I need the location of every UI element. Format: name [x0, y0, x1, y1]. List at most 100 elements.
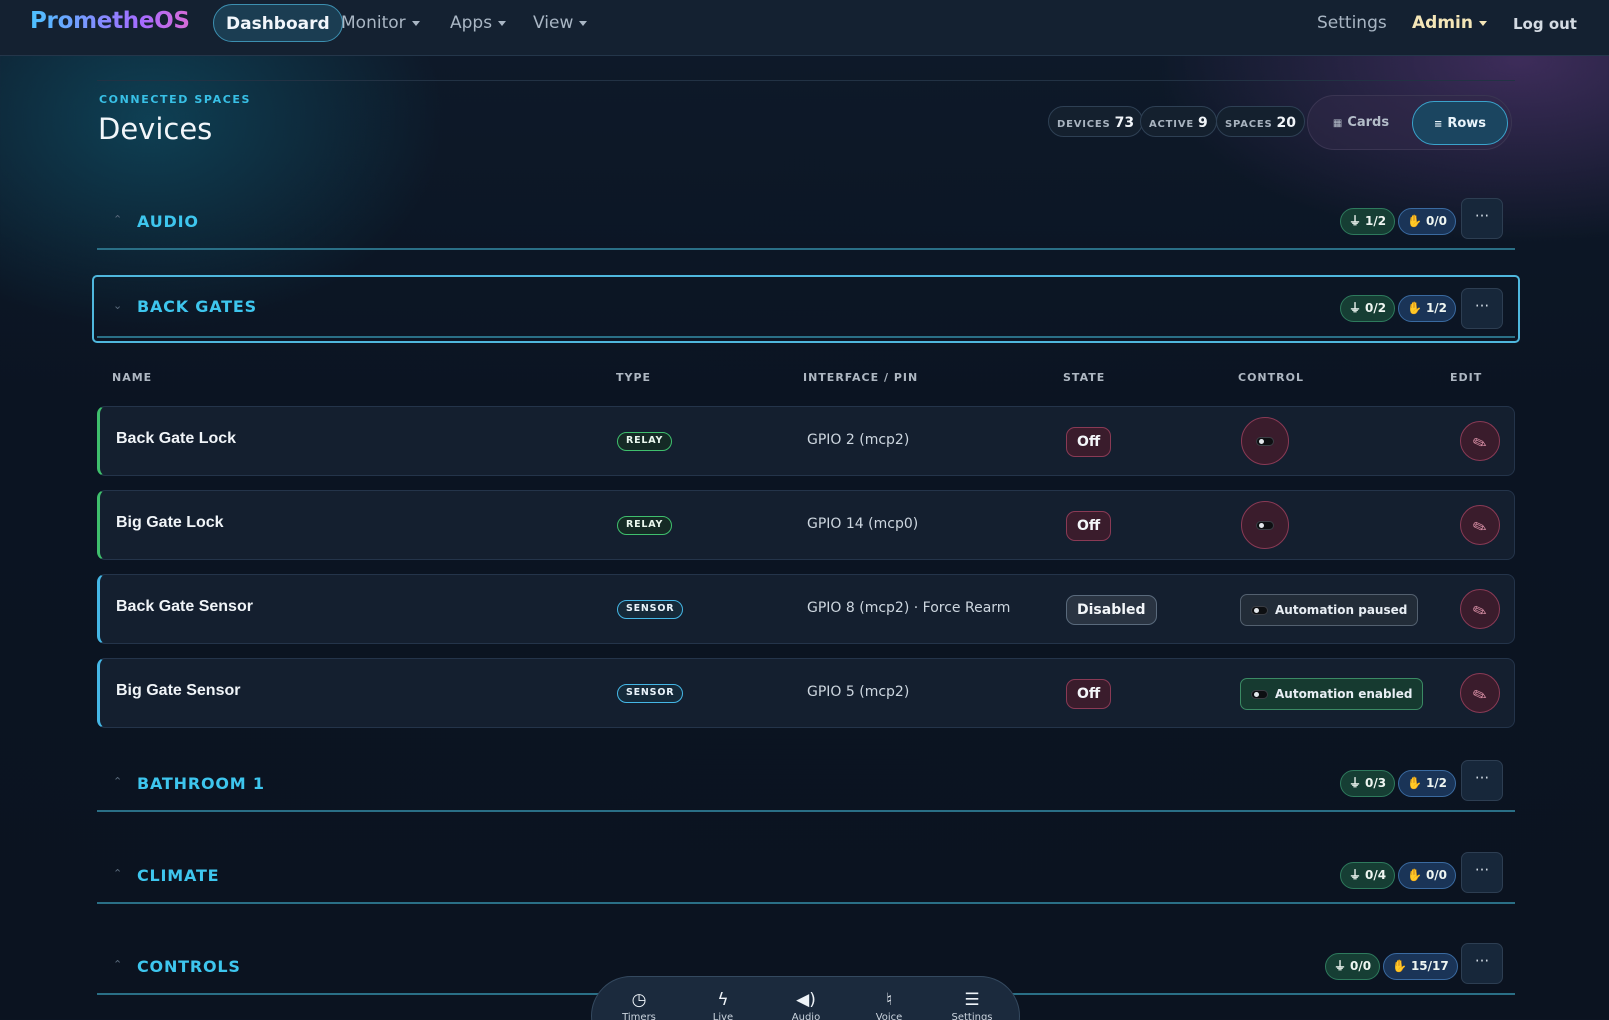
- view-rows-label: Rows: [1447, 116, 1487, 131]
- hand-icon: ✋: [1407, 214, 1422, 228]
- section-title[interactable]: AUDIO: [137, 212, 199, 231]
- stat-devices: DEVICES 73: [1048, 106, 1144, 137]
- relay-count-value: 0/0: [1350, 959, 1372, 973]
- manual-count-badge: ✋ 1/2: [1398, 295, 1457, 322]
- chevron-up-icon[interactable]: ⌃: [113, 867, 122, 880]
- top-navbar: PrometheOS Dashboard Monitor Apps View S…: [0, 0, 1609, 56]
- section-title[interactable]: CLIMATE: [137, 866, 219, 885]
- view-cards-label: Cards: [1347, 115, 1390, 130]
- nav-view[interactable]: View: [533, 4, 588, 42]
- interface-pin: GPIO 14 (mcp0): [807, 516, 919, 532]
- logout-button[interactable]: Log out: [1513, 5, 1577, 43]
- nav-settings[interactable]: Settings: [1317, 4, 1387, 42]
- section-bathroom-1: ⌃ BATHROOM 1 ⏚ 0/3 ✋ 1/2 ···: [97, 760, 1515, 812]
- state-badge: Off: [1066, 511, 1112, 541]
- type-badge: SENSOR: [617, 684, 684, 703]
- section-title[interactable]: BATHROOM 1: [137, 774, 265, 793]
- plug-icon: ⏚: [1349, 301, 1362, 315]
- view-cards-button[interactable]: ▦ Cards: [1326, 101, 1396, 145]
- dock-settings[interactable]: ☰ Settings: [945, 991, 999, 1020]
- device-toggle-button[interactable]: [1241, 501, 1289, 549]
- nav-apps-label: Apps: [450, 13, 493, 33]
- edit-button[interactable]: ✎: [1460, 589, 1500, 629]
- dock-voice[interactable]: ♮ Voice: [862, 991, 916, 1020]
- page-eyebrow: CONNECTED SPACES: [99, 93, 251, 106]
- toggle-icon: [1251, 690, 1268, 699]
- chevron-up-icon[interactable]: ⌃: [113, 213, 122, 226]
- section-more-button[interactable]: ···: [1461, 760, 1503, 801]
- plug-icon: ⏚: [1349, 214, 1362, 228]
- stat-label: SPACES: [1225, 119, 1273, 130]
- state-badge: Off: [1066, 427, 1112, 457]
- edit-button[interactable]: ✎: [1460, 421, 1500, 461]
- nav-apps[interactable]: Apps: [450, 4, 507, 42]
- nav-monitor[interactable]: Monitor: [341, 4, 420, 42]
- relay-count-badge: ⏚ 0/3: [1340, 770, 1396, 797]
- device-name[interactable]: Back Gate Sensor: [116, 598, 253, 616]
- section-back-gates: ⌄ BACK GATES ⏚ 0/2 ✋ 1/2 ···: [92, 275, 1520, 343]
- relay-count-value: 1/2: [1365, 214, 1387, 228]
- clock-icon: ◷: [631, 990, 647, 1010]
- device-toggle-button[interactable]: [1241, 417, 1289, 465]
- manual-count-value: 1/2: [1425, 776, 1448, 790]
- automation-toggle-button[interactable]: Automation enabled: [1240, 678, 1424, 710]
- edit-button[interactable]: ✎: [1460, 673, 1500, 713]
- dock-audio[interactable]: ◀) Audio: [779, 991, 833, 1020]
- chevron-up-icon[interactable]: ⌃: [113, 775, 122, 788]
- sliders-icon: ☰: [964, 990, 980, 1010]
- automation-toggle-button[interactable]: Automation paused: [1240, 594, 1419, 626]
- toggle-icon: [1256, 437, 1274, 446]
- column-header-edit: EDIT: [1450, 371, 1483, 384]
- table-row: Big Gate Lock RELAY GPIO 14 (mcp0) Off ✎: [97, 490, 1515, 560]
- manual-count-badge: ✋ 15/17: [1383, 953, 1458, 980]
- section-divider: [97, 336, 1515, 338]
- dock-live[interactable]: ϟ Live: [696, 991, 750, 1020]
- relay-count-value: 0/4: [1365, 868, 1387, 882]
- edit-button[interactable]: ✎: [1460, 505, 1500, 545]
- view-rows-button[interactable]: ≡ Rows: [1412, 101, 1508, 145]
- nav-view-label: View: [533, 13, 574, 33]
- header-divider: [97, 80, 1515, 81]
- dock-timers[interactable]: ◷ Timers: [612, 991, 666, 1020]
- column-header-interface: INTERFACE / PIN: [803, 371, 919, 384]
- device-name[interactable]: Big Gate Lock: [116, 514, 224, 532]
- device-name[interactable]: Back Gate Lock: [116, 430, 236, 448]
- pencil-icon: ✎: [1470, 684, 1491, 708]
- plug-icon: ⏚: [1334, 959, 1347, 973]
- interface-pin: GPIO 2 (mcp2): [807, 432, 910, 448]
- state-badge: Disabled: [1066, 595, 1157, 625]
- section-title[interactable]: BACK GATES: [137, 297, 257, 316]
- relay-count-badge: ⏚ 1/2: [1340, 208, 1396, 235]
- section-more-button[interactable]: ···: [1461, 943, 1503, 984]
- device-name[interactable]: Big Gate Sensor: [116, 682, 240, 700]
- section-more-button[interactable]: ···: [1461, 288, 1503, 329]
- interface-pin: GPIO 5 (mcp2): [807, 684, 910, 700]
- relay-count-badge: ⏚ 0/4: [1340, 862, 1396, 889]
- pencil-icon: ✎: [1470, 516, 1491, 540]
- nav-admin-label: Admin: [1412, 13, 1473, 33]
- toggle-icon: [1251, 606, 1268, 615]
- manual-count-value: 15/17: [1410, 959, 1449, 973]
- column-header-state: STATE: [1063, 371, 1106, 384]
- chevron-up-icon[interactable]: ⌃: [113, 958, 122, 971]
- relay-count-value: 0/3: [1365, 776, 1387, 790]
- column-header-control: CONTROL: [1238, 371, 1304, 384]
- dock-label: Live: [712, 1012, 734, 1020]
- section-divider: [97, 810, 1515, 812]
- section-title[interactable]: CONTROLS: [137, 957, 241, 976]
- section-more-button[interactable]: ···: [1461, 198, 1503, 239]
- column-header-name: NAME: [112, 371, 153, 384]
- section-divider: [97, 248, 1515, 250]
- section-climate: ⌃ CLIMATE ⏚ 0/4 ✋ 0/0 ···: [97, 852, 1515, 904]
- section-divider: [97, 902, 1515, 904]
- chevron-down-icon[interactable]: ⌄: [113, 299, 122, 312]
- brand-logo[interactable]: PrometheOS: [30, 8, 190, 34]
- bolt-icon: ϟ: [717, 990, 729, 1010]
- nav-dashboard[interactable]: Dashboard: [213, 4, 343, 42]
- nav-admin-menu[interactable]: Admin: [1412, 4, 1487, 42]
- section-more-button[interactable]: ···: [1461, 852, 1503, 893]
- stat-active: ACTIVE 9: [1140, 106, 1217, 137]
- type-badge: RELAY: [617, 516, 673, 535]
- stat-value: 9: [1198, 115, 1208, 131]
- page-title: Devices: [98, 112, 213, 146]
